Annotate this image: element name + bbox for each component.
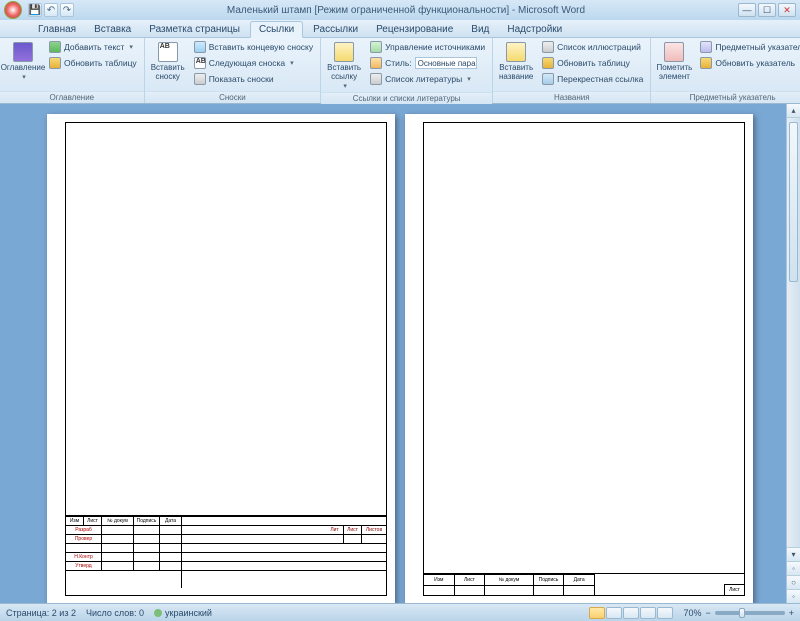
mark-entry-button[interactable]: Пометить элемент bbox=[655, 40, 693, 83]
redo-icon: ↷ bbox=[63, 5, 71, 16]
manage-sources-button[interactable]: Управление источниками bbox=[367, 40, 488, 54]
zoom-level[interactable]: 70% bbox=[683, 608, 701, 618]
tab-home[interactable]: Главная bbox=[30, 22, 84, 37]
view-fullscreen[interactable] bbox=[606, 607, 622, 619]
tab-view[interactable]: Вид bbox=[463, 22, 497, 37]
prev-page-button[interactable]: ◦ bbox=[787, 561, 800, 575]
group-label-toc: Оглавление bbox=[0, 91, 144, 103]
ab-icon bbox=[158, 42, 178, 62]
view-web[interactable] bbox=[623, 607, 639, 619]
view-print-layout[interactable] bbox=[589, 607, 605, 619]
citation-icon bbox=[334, 42, 354, 62]
sources-icon bbox=[370, 41, 382, 53]
toc-button[interactable]: Оглавление bbox=[4, 40, 42, 83]
next-footnote-button[interactable]: Следующая сноска bbox=[191, 56, 316, 70]
view-draft[interactable] bbox=[657, 607, 673, 619]
ribbon: Оглавление Добавить текст Обновить табли… bbox=[0, 38, 800, 104]
cross-icon bbox=[542, 73, 554, 85]
qat-redo[interactable]: ↷ bbox=[60, 3, 74, 17]
add-text-button[interactable]: Добавить текст bbox=[46, 40, 140, 54]
show-footnotes-button[interactable]: Показать сноски bbox=[191, 72, 316, 86]
figlist-icon bbox=[542, 41, 554, 53]
vertical-scrollbar[interactable]: ▴ ▾ ◦ ○ ◦ bbox=[786, 104, 800, 603]
tab-insert[interactable]: Вставка bbox=[86, 22, 139, 37]
document-area: Изм Лист № докум Подпись Дата Разраб Лит… bbox=[0, 104, 800, 603]
maximize-button[interactable]: ☐ bbox=[758, 3, 776, 17]
update-index-button[interactable]: Обновить указатель bbox=[697, 56, 800, 70]
status-language[interactable]: украинский bbox=[154, 608, 212, 618]
tab-references[interactable]: Ссылки bbox=[250, 21, 303, 38]
tab-review[interactable]: Рецензирование bbox=[368, 22, 461, 37]
insert-index-button[interactable]: Предметный указатель bbox=[697, 40, 800, 54]
group-label-footnotes: Сноски bbox=[145, 91, 320, 103]
office-button[interactable] bbox=[4, 1, 22, 19]
caption-icon bbox=[506, 42, 526, 62]
refresh3-icon bbox=[700, 57, 712, 69]
status-page[interactable]: Страница: 2 из 2 bbox=[6, 608, 76, 618]
citation-style-select[interactable]: Стиль: Основные пара bbox=[367, 56, 488, 70]
page-2[interactable]: Изм Лист № докум Подпись Дата Лист bbox=[405, 114, 753, 603]
minimize-button[interactable]: — bbox=[738, 3, 756, 17]
update-toc-button[interactable]: Обновить таблицу bbox=[46, 56, 140, 70]
biblio-icon bbox=[370, 73, 382, 85]
scroll-track[interactable] bbox=[787, 118, 800, 547]
page-1[interactable]: Изм Лист № докум Подпись Дата Разраб Лит… bbox=[47, 114, 395, 603]
scroll-thumb[interactable] bbox=[789, 122, 798, 282]
title-block-secondary: Изм Лист № докум Подпись Дата Лист bbox=[423, 574, 745, 596]
status-bar: Страница: 2 из 2 Число слов: 0 украински… bbox=[0, 603, 800, 621]
ribbon-tabs: Главная Вставка Разметка страницы Ссылки… bbox=[0, 20, 800, 38]
qat-undo[interactable]: ↶ bbox=[44, 3, 58, 17]
browse-object-button[interactable]: ○ bbox=[787, 575, 800, 589]
view-outline[interactable] bbox=[640, 607, 656, 619]
refresh-icon bbox=[49, 57, 61, 69]
insert-citation-button[interactable]: Вставить ссылку bbox=[325, 40, 363, 92]
toc-icon bbox=[13, 42, 33, 62]
scroll-up-button[interactable]: ▴ bbox=[787, 104, 800, 118]
save-icon: 💾 bbox=[29, 5, 41, 16]
endnote-icon bbox=[194, 41, 206, 53]
mark-icon bbox=[664, 42, 684, 62]
next-page-button[interactable]: ◦ bbox=[787, 589, 800, 603]
window-title: Маленький штамп [Режим ограниченной функ… bbox=[74, 5, 738, 16]
crossref-button[interactable]: Перекрестная ссылка bbox=[539, 72, 646, 86]
insert-caption-button[interactable]: Вставить название bbox=[497, 40, 535, 83]
style-icon bbox=[370, 57, 382, 69]
tab-mailings[interactable]: Рассылки bbox=[305, 22, 366, 37]
title-block-main: Изм Лист № докум Подпись Дата Разраб Лит… bbox=[65, 516, 387, 596]
idx-icon bbox=[700, 41, 712, 53]
zoom-in-button[interactable]: + bbox=[789, 608, 794, 618]
figure-list-button[interactable]: Список иллюстраций bbox=[539, 40, 646, 54]
tab-addins[interactable]: Надстройки bbox=[499, 22, 570, 37]
show-icon bbox=[194, 73, 206, 85]
style-value[interactable]: Основные пара bbox=[415, 57, 477, 69]
qat-save[interactable]: 💾 bbox=[28, 3, 42, 17]
update-table-button[interactable]: Обновить таблицу bbox=[539, 56, 646, 70]
insert-footnote-button[interactable]: Вставить сноску bbox=[149, 40, 187, 83]
undo-icon: ↶ bbox=[47, 5, 55, 16]
ab2-icon bbox=[194, 57, 206, 69]
plus-icon bbox=[49, 41, 61, 53]
group-label-index: Предметный указатель bbox=[651, 91, 800, 103]
bibliography-button[interactable]: Список литературы bbox=[367, 72, 488, 86]
close-button[interactable]: ✕ bbox=[778, 3, 796, 17]
scroll-down-button[interactable]: ▾ bbox=[787, 547, 800, 561]
group-label-citations: Ссылки и списки литературы bbox=[321, 92, 492, 104]
zoom-slider[interactable] bbox=[715, 611, 785, 615]
refresh2-icon bbox=[542, 57, 554, 69]
tab-pagelayout[interactable]: Разметка страницы bbox=[141, 22, 248, 37]
status-wordcount[interactable]: Число слов: 0 bbox=[86, 608, 144, 618]
zoom-out-button[interactable]: − bbox=[705, 608, 710, 618]
insert-endnote-button[interactable]: Вставить концевую сноску bbox=[191, 40, 316, 54]
zoom-knob[interactable] bbox=[739, 608, 745, 618]
group-label-captions: Названия bbox=[493, 91, 650, 103]
